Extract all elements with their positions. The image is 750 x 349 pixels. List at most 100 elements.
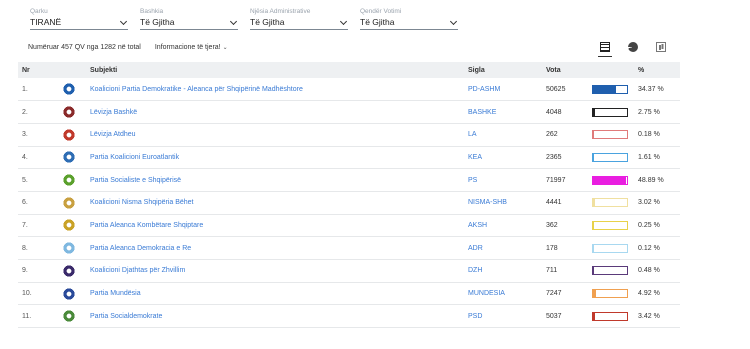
sigla-link[interactable]: MUNDESIA [464, 282, 542, 305]
header-logo [48, 62, 86, 78]
select-value: Të Gjitha [250, 17, 285, 27]
share-bar-cell [588, 169, 634, 192]
party-logo-icon [62, 219, 76, 232]
filter-label: Njësia Administrative [250, 8, 311, 15]
filter-qender[interactable]: Qendër Votimi Të Gjitha [360, 7, 458, 30]
chevron-down-icon [339, 17, 348, 26]
filter-label: Qarku [30, 8, 48, 15]
qender-select[interactable]: Të Gjitha [360, 16, 458, 30]
filter-qarku[interactable]: Qarku TIRANË [30, 7, 128, 30]
subject-link[interactable]: Koalicioni Nisma Shqipëria Bëhet [86, 191, 464, 214]
share-bar-fill [593, 153, 595, 161]
votes-value: 711 [546, 267, 558, 275]
table-row: 4. Partia Koalicioni Euroatlantik KEA 2365 1… [18, 146, 680, 169]
more-info-label: Informacione të tjera! [154, 44, 221, 51]
filter-label: Qendër Votimi [360, 8, 402, 15]
table-row: 1. Koalicioni Partia Demokratike - Aleanc… [18, 78, 680, 101]
percent-value: 34.37 % [638, 85, 664, 93]
filter-label: Bashkia [140, 8, 164, 15]
share-bar-cell [588, 123, 634, 146]
party-logo-icon [62, 151, 76, 164]
sigla-link[interactable]: PSD [464, 305, 542, 328]
subject-link[interactable]: Partia Aleanca Demokracia e Re [86, 237, 464, 260]
votes-value: 362 [546, 221, 558, 229]
share-bar [592, 198, 628, 208]
table-row: 2. Lëvizja Bashkë BASHKE 4048 2.75 % [18, 101, 680, 124]
votes-value: 2365 [546, 153, 562, 161]
party-logo-icon [62, 196, 76, 209]
share-bar [592, 289, 628, 299]
sigla-link[interactable]: KEA [464, 146, 542, 169]
party-logo-icon [62, 264, 76, 277]
share-bar-fill [593, 199, 596, 207]
party-logo-icon [62, 174, 76, 187]
table-header-row: Nr Subjekti Sigla Vota % [18, 62, 680, 78]
party-logo-icon [62, 242, 76, 255]
row-number: 3. [22, 131, 28, 139]
sigla-link[interactable]: NISMA-SHB [464, 191, 542, 214]
subject-link[interactable]: Partia Koalicioni Euroatlantik [86, 146, 464, 169]
row-number: 6. [22, 199, 28, 207]
subject-link[interactable]: Lëvizja Atdheu [86, 123, 464, 146]
party-logo-cell [48, 78, 86, 101]
table-icon[interactable] [598, 42, 612, 57]
subject-link[interactable]: Lëvizja Bashkë [86, 101, 464, 124]
subject-link[interactable]: Partia Socialdemokrate [86, 305, 464, 328]
sigla-link[interactable]: ADR [464, 237, 542, 260]
percent-value: 0.12 % [638, 244, 660, 252]
share-bar-cell [588, 237, 634, 260]
share-bar-cell [588, 260, 634, 283]
share-bar [592, 266, 628, 276]
percent-value: 0.25 % [638, 221, 660, 229]
info-bar: Numëruar 457 QV nga 1282 në total Inform… [28, 44, 228, 51]
bar-chart-icon[interactable] [656, 42, 666, 52]
pie-chart-icon[interactable] [628, 42, 638, 52]
table-row: 5. Partia Socialiste e Shqipërisë PS 71997 4… [18, 169, 680, 192]
counted-text: Numëruar 457 QV nga 1282 në total [28, 44, 141, 51]
subject-link[interactable]: Koalicioni Partia Demokratike - Aleanca … [86, 78, 464, 101]
qarku-select[interactable]: TIRANË [30, 16, 128, 30]
table-row: 10. Partia Mundësia MUNDESIA 7247 4.92 % [18, 282, 680, 305]
party-logo-cell [48, 169, 86, 192]
share-bar-cell [588, 191, 634, 214]
share-bar [592, 311, 628, 321]
percent-value: 0.48 % [638, 267, 660, 275]
share-bar-cell [588, 78, 634, 101]
share-bar-fill [593, 108, 595, 116]
row-number: 5. [22, 176, 28, 184]
chevron-down-icon [229, 17, 238, 26]
votes-value: 5037 [546, 312, 562, 320]
sigla-link[interactable]: PD-ASHM [464, 78, 542, 101]
filter-bashkia[interactable]: Bashkia Të Gjitha [140, 7, 238, 30]
njesia-select[interactable]: Të Gjitha [250, 16, 348, 30]
select-value: Të Gjitha [360, 17, 395, 27]
party-logo-cell [48, 237, 86, 260]
sigla-link[interactable]: AKSH [464, 214, 542, 237]
row-number: 1. [22, 85, 28, 93]
header-sigla: Sigla [468, 66, 485, 74]
header-bar [588, 62, 634, 78]
party-logo-cell [48, 191, 86, 214]
percent-value: 48.89 % [638, 176, 664, 184]
subject-link[interactable]: Koalicioni Djathtas për Zhvillim [86, 260, 464, 283]
sigla-link[interactable]: DZH [464, 260, 542, 283]
sigla-link[interactable]: BASHKE [464, 101, 542, 124]
subject-link[interactable]: Partia Mundësia [86, 282, 464, 305]
filter-njesia[interactable]: Njësia Administrative Të Gjitha [250, 7, 348, 30]
share-bar [592, 107, 628, 117]
share-bar-cell [588, 214, 634, 237]
party-logo-icon [62, 83, 76, 96]
subject-link[interactable]: Partia Aleanca Kombëtare Shqiptare [86, 214, 464, 237]
table-row: 9. Koalicioni Djathtas për Zhvillim DZH 711… [18, 260, 680, 283]
share-bar [592, 130, 628, 140]
bashkia-select[interactable]: Të Gjitha [140, 16, 238, 30]
sigla-link[interactable]: PS [464, 169, 542, 192]
chevron-down-icon [449, 17, 458, 26]
more-info-link[interactable]: Informacione të tjera! ⌄ [155, 44, 228, 51]
subject-link[interactable]: Partia Socialiste e Shqipërisë [86, 169, 464, 192]
share-bar [592, 152, 628, 162]
table-row: 6. Koalicioni Nisma Shqipëria Bëhet NISMA-… [18, 191, 680, 215]
percent-value: 1.61 % [638, 153, 660, 161]
sigla-link[interactable]: LA [464, 123, 542, 146]
row-number: 8. [22, 244, 28, 252]
